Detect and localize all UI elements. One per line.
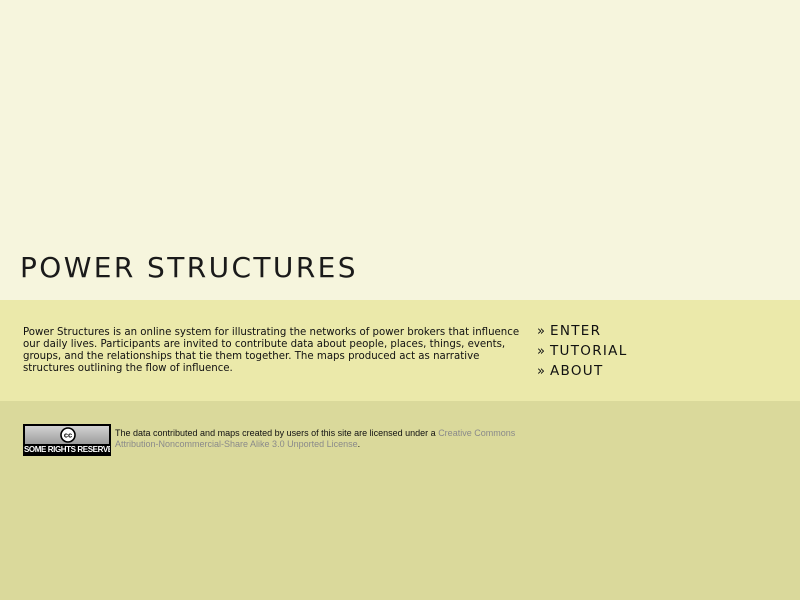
creative-commons-badge[interactable]: cc SOME RIGHTS RESERVED <box>23 424 111 456</box>
nav-item-label[interactable]: ABOUT <box>550 363 604 379</box>
double-chevron-right-icon: » <box>537 364 545 379</box>
creative-commons-icon: cc <box>60 427 76 443</box>
site-title: POWER STRUCTURES <box>20 251 358 284</box>
double-chevron-right-icon: » <box>537 324 545 339</box>
license-notice: The data contributed and maps created by… <box>115 428 525 450</box>
cc-icon-text: cc <box>64 431 72 440</box>
intro-section: Power Structures is an online system for… <box>0 300 800 401</box>
site-description: Power Structures is an online system for… <box>23 327 520 374</box>
nav-item-tutorial[interactable]: » TUTORIAL <box>537 340 628 360</box>
nav-item-label[interactable]: TUTORIAL <box>550 343 628 359</box>
main-nav: » ENTER » TUTORIAL » ABOUT <box>537 320 628 380</box>
nav-item-label[interactable]: ENTER <box>550 323 601 339</box>
page: POWER STRUCTURES Power Structures is an … <box>0 0 800 600</box>
double-chevron-right-icon: » <box>537 344 545 359</box>
license-prefix: The data contributed and maps created by… <box>115 428 439 438</box>
some-rights-reserved-label: SOME RIGHTS RESERVED <box>24 445 110 454</box>
nav-item-about[interactable]: » ABOUT <box>537 360 628 380</box>
footer-section: cc SOME RIGHTS RESERVED The data contrib… <box>0 401 800 600</box>
header-section: POWER STRUCTURES <box>0 0 800 300</box>
license-suffix: . <box>357 439 361 449</box>
nav-item-enter[interactable]: » ENTER <box>537 320 628 340</box>
